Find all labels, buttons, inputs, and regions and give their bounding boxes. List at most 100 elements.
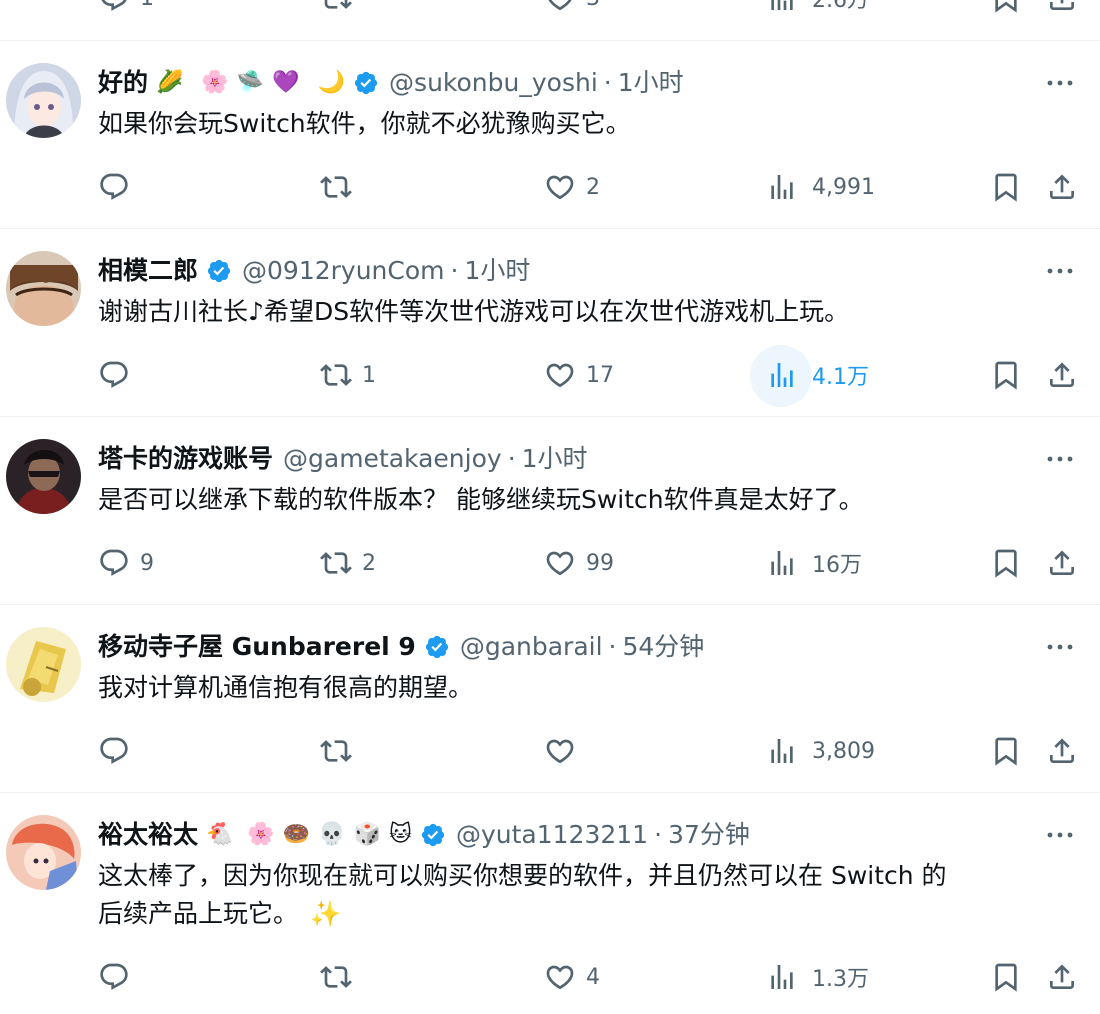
timestamp[interactable]: 54分钟 [623,629,705,665]
display-name[interactable]: 相模二郎 [98,253,198,289]
views-button[interactable]: 16万 [766,543,862,583]
tweet-header: 裕太裕太 🐔 🌸 🍩 💀 🎲 🐱 @yuta1123211 · 37分钟 [98,817,750,853]
share-button[interactable] [1046,355,1078,395]
name-emoji: 🎲 [353,822,382,847]
retweet-button[interactable]: 1 [320,355,376,395]
views-button[interactable]: 1.3万 [766,957,869,997]
avatar[interactable] [6,627,81,702]
retweet-button[interactable]: 2 [320,543,376,583]
user-handle[interactable]: @ganbarail [460,629,603,665]
share-button[interactable] [1046,543,1078,583]
reply-button[interactable]: 1 [98,0,154,18]
like-button[interactable] [544,731,586,771]
share-icon [1046,171,1078,203]
tweet-card[interactable]: 相模二郎 @0912ryunCom · 1小时 谢谢古川社长♪希望DS软件等次世… [0,228,1100,416]
retweet-button[interactable] [320,957,362,997]
retweet-icon [320,961,352,993]
timestamp[interactable]: 1小时 [522,441,588,477]
tweet-card[interactable]: 移动寺子屋 Gunbarerel 9 @ganbarail · 54分钟 我对计… [0,604,1100,792]
user-handle[interactable]: @0912ryunCom [242,253,445,289]
tweet-card[interactable]: 塔卡的游戏账号 @gametakaenjoy · 1小时 是否可以继承下载的软件… [0,416,1100,604]
verified-badge-icon [420,822,446,848]
retweet-button[interactable] [320,167,362,207]
tweet-text: 谢谢古川社长♪希望DS软件等次世代游戏可以在次世代游戏机上玩。 [98,297,850,326]
retweet-icon [320,171,352,203]
user-handle[interactable]: @gametakaenjoy [283,441,502,477]
tweet-text-line: 后续产品上玩它。 ✨ [98,899,342,928]
reply-button[interactable] [98,731,140,771]
share-button[interactable] [1046,957,1078,997]
name-emoji: 🌙 [317,70,346,95]
share-icon [1046,961,1078,993]
share-icon [1046,359,1078,391]
verified-badge-icon [424,634,450,660]
views-icon [766,547,798,579]
bookmark-button[interactable] [990,0,1022,18]
views-icon [766,171,798,203]
share-button[interactable] [1046,0,1078,18]
reply-button[interactable]: 9 [98,543,154,583]
name-emoji: 💀 [318,822,346,847]
retweet-button[interactable] [320,731,362,771]
tweet-card[interactable]: 裕太裕太 🐔 🌸 🍩 💀 🎲 🐱 @yuta1123211 · 37分钟 这太棒… [0,792,1100,1014]
avatar[interactable] [6,251,81,326]
display-name[interactable]: 塔卡的游戏账号 [98,441,273,477]
reply-button[interactable] [98,355,140,395]
bookmark-icon [990,547,1022,579]
tweet-header: 塔卡的游戏账号 @gametakaenjoy · 1小时 [98,441,588,477]
more-icon[interactable] [1044,825,1076,845]
display-name[interactable]: 好的 [98,65,148,101]
like-button[interactable]: 3 [544,0,600,18]
retweet-button[interactable] [320,0,352,18]
reply-icon [98,961,130,993]
name-emoji: 🌽 [156,70,184,95]
views-icon [766,0,798,14]
bookmark-button[interactable] [990,543,1022,583]
reply-icon [98,735,130,767]
like-button[interactable]: 2 [544,167,600,207]
tweet-feed: 1 3 2.6万 好的 🌽 🌸 🛸 💜 [0,0,1100,1014]
views-button[interactable]: 4,991 [766,167,875,207]
like-icon [544,0,576,14]
timestamp[interactable]: 1小时 [464,253,530,289]
bookmark-button[interactable] [990,167,1022,207]
display-name[interactable]: 裕太裕太 [98,817,198,853]
avatar[interactable] [6,63,81,138]
bookmark-button[interactable] [990,957,1022,997]
previous-tweet-actions: 1 3 2.6万 [0,0,1100,38]
share-button[interactable] [1046,731,1078,771]
like-button[interactable]: 4 [544,957,600,997]
reply-button[interactable] [98,957,140,997]
more-icon[interactable] [1044,73,1076,93]
views-button[interactable]: 2.6万 [766,0,869,18]
like-button[interactable]: 17 [544,355,614,395]
bookmark-button[interactable] [990,355,1022,395]
bookmark-button[interactable] [990,731,1022,771]
more-icon[interactable] [1044,637,1076,657]
retweet-icon [320,359,352,391]
name-emoji: 🍩 [282,822,311,847]
views-button[interactable]: 3,809 [766,731,875,771]
name-emoji: 🌸 [247,822,275,847]
like-icon [544,547,576,579]
reply-button[interactable] [98,167,140,207]
reply-icon [98,547,130,579]
bookmark-icon [990,961,1022,993]
like-button[interactable]: 99 [544,543,614,583]
name-emoji: 💜 [272,70,300,95]
avatar[interactable] [6,815,81,890]
like-icon [544,359,576,391]
user-handle[interactable]: @sukonbu_yoshi [389,65,598,101]
avatar[interactable] [6,439,81,514]
more-icon[interactable] [1044,261,1076,281]
share-button[interactable] [1046,167,1078,207]
tweet-card[interactable]: 好的 🌽 🌸 🛸 💜 🌙 @sukonbu_yoshi · 1小时 如果你会玩S… [0,40,1100,228]
more-icon[interactable] [1044,449,1076,469]
views-button[interactable]: 4.1万 [750,345,869,407]
timestamp[interactable]: 1小时 [618,65,684,101]
user-handle[interactable]: @yuta1123211 [456,817,648,853]
display-name[interactable]: 移动寺子屋 Gunbarerel 9 [98,629,416,665]
tweet-header: 相模二郎 @0912ryunCom · 1小时 [98,253,530,289]
timestamp[interactable]: 37分钟 [668,817,750,853]
name-emoji: 🐔 [206,822,234,847]
